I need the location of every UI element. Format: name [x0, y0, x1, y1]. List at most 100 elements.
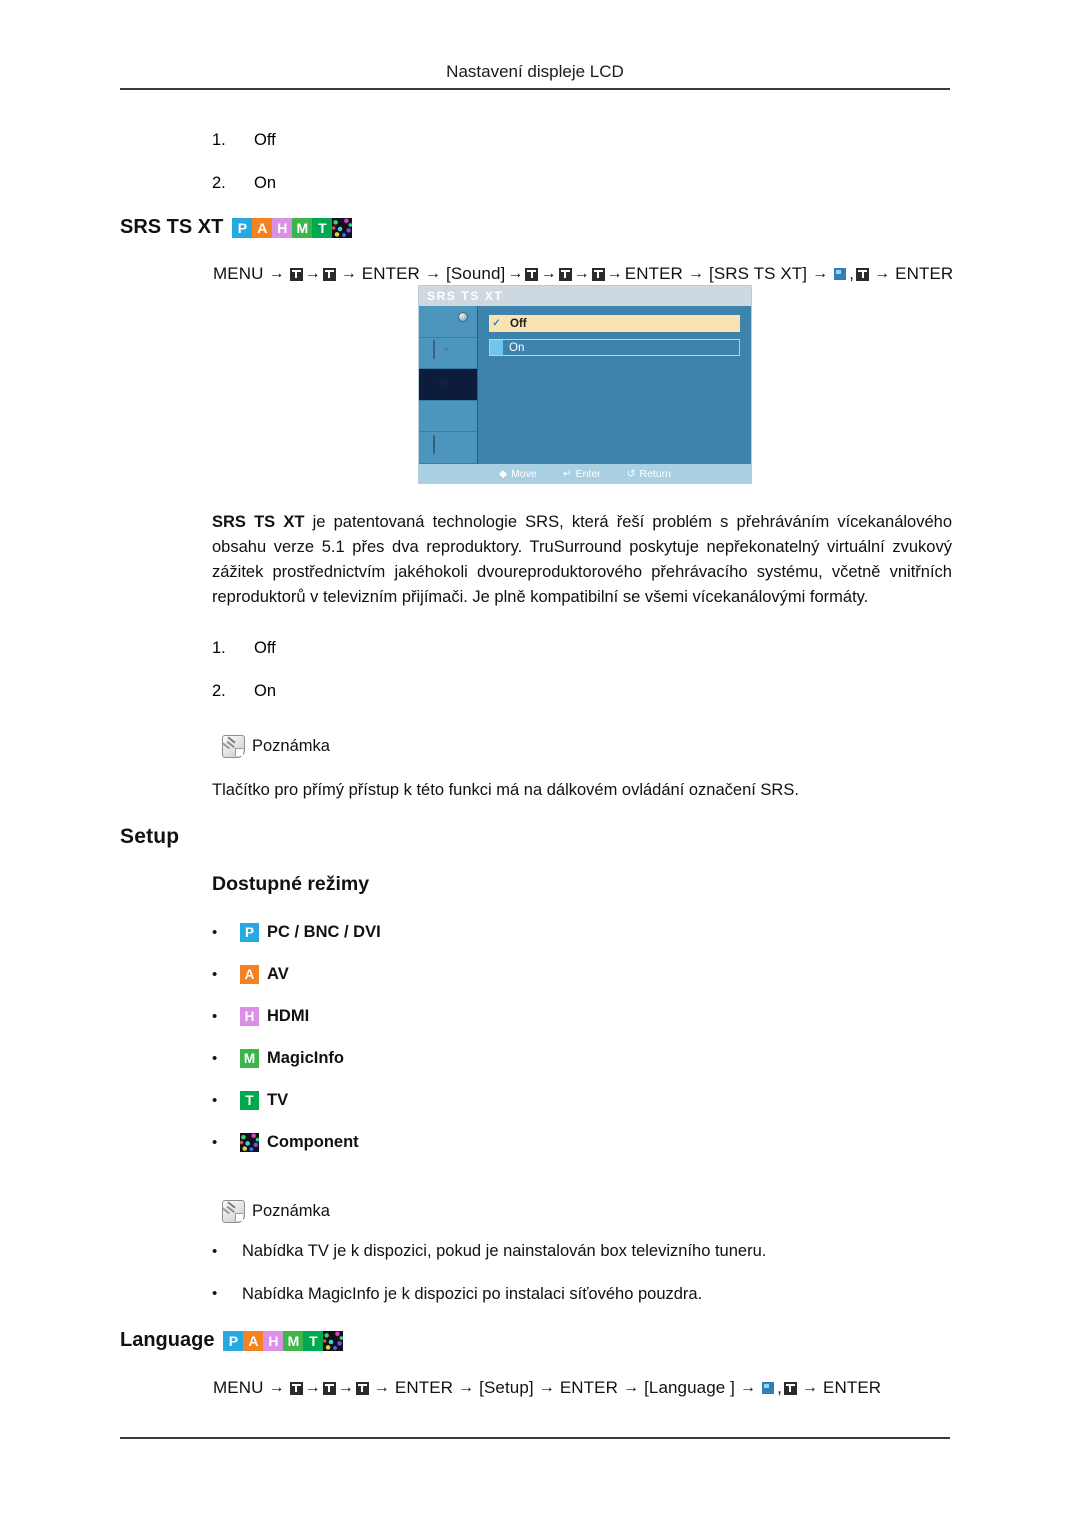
list-item-index: 2. — [212, 173, 226, 192]
osd-option-on[interactable]: On — [489, 339, 740, 356]
select-button-icon — [762, 1382, 775, 1394]
component-badge-icon — [323, 1330, 344, 1351]
srs-ts-xt-heading-text: SRS TS XT — [120, 216, 224, 238]
nav-arrow-icon: → — [268, 265, 285, 282]
nav-arrow-icon: → — [606, 265, 623, 282]
osd-option-label: Off — [510, 317, 527, 330]
nav-token-menu: MENU — [213, 1378, 264, 1397]
av-badge-icon: A — [240, 965, 259, 984]
nav-comma: , — [777, 1378, 782, 1397]
nav-token-enter: ENTER — [361, 264, 420, 283]
nav-arrow-icon: → — [812, 265, 829, 282]
direction-button-icon — [355, 1381, 369, 1395]
list-item-label: On — [254, 681, 277, 700]
nav-token-enter: ENTER — [394, 1378, 454, 1397]
list-item: • Nabídka TV je k dispozici, pokud je na… — [212, 1243, 952, 1260]
list-item-index: 2. — [212, 681, 226, 700]
tv-badge-icon: T — [312, 217, 333, 238]
nav-arrow-icon: → — [373, 1379, 390, 1396]
list-item: 2. On — [212, 173, 952, 192]
osd-row-swatch — [490, 340, 503, 355]
osd-sidebar — [419, 306, 478, 464]
multi-control-monitor-icon — [433, 434, 435, 454]
mode-badge-strip: P A H M T — [232, 217, 353, 238]
bullet-icon: • — [212, 924, 218, 941]
mode-label: AV — [267, 965, 289, 984]
osd-footer-move-label: Move — [511, 467, 537, 480]
direction-button-icon — [783, 1381, 797, 1395]
header-rule — [120, 88, 950, 90]
component-badge-icon — [240, 1133, 259, 1152]
osd-sidebar-item-setup[interactable] — [419, 401, 477, 433]
nav-token-enter: ENTER — [559, 1378, 618, 1397]
list-item: • T TV — [212, 1091, 952, 1110]
nav-token-enter: ENTER — [624, 264, 683, 283]
list-item: • M MagicInfo — [212, 1049, 952, 1068]
select-button-icon — [834, 268, 847, 280]
nav-token-sound: [Sound] — [446, 264, 506, 283]
available-modes-list: • P PC / BNC / DVI • A AV • H HDMI • M M… — [212, 923, 952, 1175]
list-item-label: Off — [254, 639, 276, 657]
magicinfo-badge-icon: M — [292, 217, 313, 238]
top-option-list: 1. Off 2. On — [212, 132, 952, 217]
osd-sidebar-item-multi-control[interactable] — [419, 432, 477, 464]
osd-footer-enter-label: Enter — [575, 467, 601, 480]
list-item: • A AV — [212, 965, 952, 984]
nav-arrow-icon: → — [540, 265, 557, 282]
bullet-icon: • — [212, 1285, 218, 1303]
note-item-text: Nabídka TV je k dispozici, pokud je nain… — [242, 1242, 767, 1260]
component-badge-icon — [332, 217, 353, 238]
nav-token-enter: ENTER — [895, 264, 954, 283]
pc-bnc-dvi-badge-icon: P — [232, 217, 253, 238]
image-adjust-icon — [433, 339, 435, 359]
move-icon: ◆ — [498, 467, 508, 480]
srs-option-list: 1. Off 2. On — [212, 640, 952, 725]
setup-section-heading: Setup — [120, 825, 180, 848]
osd-screenshot: SRS TS XT ✓ Off On ◆ Move ↵ Enter ↺ Retu… — [418, 285, 752, 484]
osd-options: ✓ Off On — [478, 306, 751, 464]
list-item: • H HDMI — [212, 1007, 952, 1026]
list-item: 2. On — [212, 681, 952, 700]
language-heading-text: Language — [120, 1329, 215, 1351]
list-item-label: On — [254, 173, 277, 192]
osd-option-off[interactable]: ✓ Off — [489, 315, 740, 332]
mode-badge-strip: P A H M T — [223, 1330, 344, 1351]
nav-arrow-icon: → — [424, 265, 442, 282]
av-badge-icon: A — [252, 217, 273, 238]
magicinfo-badge-icon: M — [283, 1330, 304, 1351]
mode-label: PC / BNC / DVI — [267, 923, 381, 942]
tv-badge-icon: T — [240, 1091, 259, 1110]
magicinfo-badge-icon: M — [240, 1049, 259, 1068]
note-label: Poznámka — [252, 737, 330, 755]
nav-arrow-icon: → — [573, 265, 590, 282]
note-pencil-icon — [222, 735, 245, 758]
note-label: Poznámka — [252, 1202, 330, 1220]
osd-sidebar-item-sound[interactable] — [419, 369, 477, 401]
nav-arrow-icon: → — [507, 265, 524, 282]
osd-sidebar-item-image[interactable] — [419, 338, 477, 370]
nav-arrow-icon: → — [801, 1379, 819, 1396]
bullet-icon: • — [212, 1050, 218, 1067]
hdmi-badge-icon: H — [263, 1330, 284, 1351]
nav-arrow-icon: → — [739, 1379, 757, 1396]
nav-token-setup: [Setup] — [479, 1378, 534, 1397]
nav-arrow-icon: → — [538, 1379, 555, 1396]
nav-arrow-icon: → — [622, 1379, 640, 1396]
checkmark-icon: ✓ — [492, 318, 501, 329]
srs-description-paragraph: SRS TS XT je patentovaná technologie SRS… — [212, 510, 952, 610]
list-item: 1. Off — [212, 640, 952, 657]
osd-footer-return: ↺ Return — [627, 468, 671, 480]
direction-button-icon — [322, 1381, 336, 1395]
return-icon: ↺ — [626, 467, 636, 480]
bullet-icon: • — [212, 1008, 218, 1025]
direction-button-icon — [289, 267, 303, 281]
osd-sidebar-item-picture[interactable] — [419, 306, 477, 338]
list-item: • Component — [212, 1133, 952, 1152]
nav-arrow-icon: → — [304, 1379, 321, 1396]
footer-rule — [120, 1437, 950, 1439]
bullet-icon: • — [212, 1092, 218, 1109]
mode-label: MagicInfo — [267, 1049, 344, 1068]
direction-button-icon — [856, 267, 870, 281]
list-item: 1. Off — [212, 132, 952, 149]
osd-footer-move: ◆ Move — [499, 468, 537, 480]
